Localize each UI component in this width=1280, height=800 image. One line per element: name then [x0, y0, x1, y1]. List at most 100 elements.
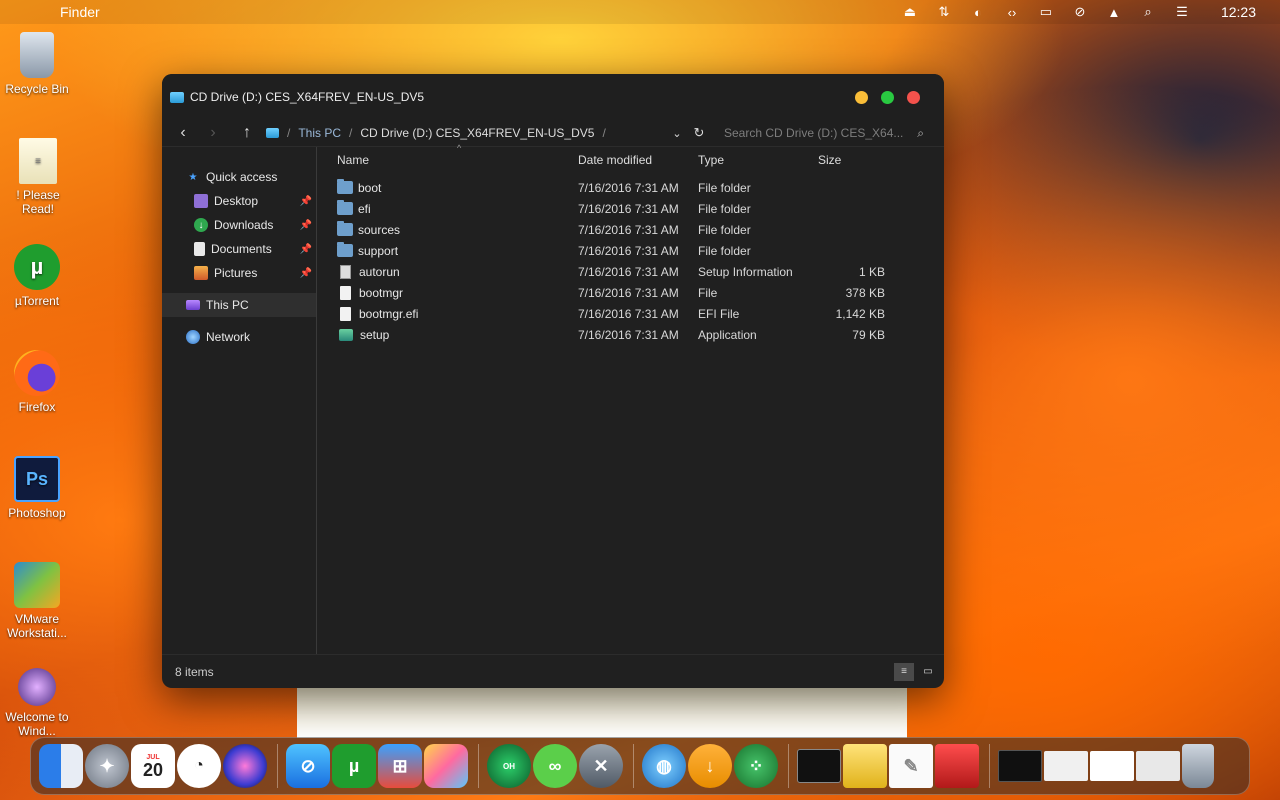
search-icon[interactable]: ⌕ — [1139, 4, 1157, 20]
file-row[interactable]: support 7/16/2016 7:31 AM File folder — [317, 240, 944, 261]
night-mode-icon[interactable]: ◐ — [969, 4, 987, 20]
file-list: ^ Name Date modified Type Size boot 7/16… — [317, 143, 944, 654]
textedit-icon[interactable]: ✎ — [889, 744, 933, 788]
column-date-modified[interactable]: Date modified — [578, 153, 698, 167]
sidebar-item-this-pc[interactable]: This PC — [162, 293, 316, 317]
desktop-icon-please-read[interactable]: ≡ ! Please Read! — [1, 138, 75, 216]
apple-icon[interactable] — [22, 4, 38, 20]
file-row[interactable]: bootmgr.efi 7/16/2016 7:31 AM EFI File 1… — [317, 303, 944, 324]
desktop-icon-recycle-bin[interactable]: Recycle Bin — [0, 32, 74, 96]
archive-icon[interactable] — [843, 744, 887, 788]
dock: ✦ JUL 20 ◔ ⊘ µ ⊞ OH ∞ ✕ ◍ ↓ ⁘ ✎ — [30, 737, 1250, 795]
history-dropdown-icon[interactable]: ⌄ — [666, 122, 688, 144]
search-icon[interactable]: ⌕ — [917, 126, 924, 141]
menubar-clock[interactable]: 12:23 — [1221, 4, 1256, 20]
sidebar-item-network[interactable]: Network — [162, 325, 316, 349]
link-icon[interactable]: ∞ — [533, 744, 577, 788]
display-icon[interactable]: ▭ — [1037, 4, 1055, 20]
mute-icon[interactable]: ⊘ — [1071, 4, 1089, 20]
app-name[interactable]: Finder — [60, 4, 100, 20]
desktop-icon-firefox[interactable]: Firefox — [0, 350, 74, 414]
sidebar-item-pictures[interactable]: Pictures 📌 — [162, 261, 316, 285]
window-thumb-4[interactable] — [1136, 751, 1180, 781]
file-row[interactable]: sources 7/16/2016 7:31 AM File folder — [317, 219, 944, 240]
file-type: File folder — [698, 243, 751, 258]
sidebar-item-quick-access[interactable]: ★ Quick access — [162, 165, 316, 189]
globe-icon[interactable]: ◍ — [642, 744, 686, 788]
window-title: CD Drive (D:) CES_X64FREV_EN-US_DV5 — [190, 90, 425, 104]
desktop-icon-vmware[interactable]: VMware Workstati... — [0, 562, 74, 640]
sidebar-item-downloads[interactable]: ↓ Downloads 📌 — [162, 213, 316, 237]
ohsoft-icon[interactable]: OH — [487, 744, 531, 788]
clock-icon[interactable]: ◔ — [177, 744, 221, 788]
download-icon[interactable]: ↓ — [688, 744, 732, 788]
file-row[interactable]: bootmgr 7/16/2016 7:31 AM File 378 KB — [317, 282, 944, 303]
folder-icon — [337, 179, 353, 194]
close-button[interactable] — [907, 90, 920, 104]
file-date: 7/16/2016 7:31 AM — [578, 306, 679, 321]
file-row[interactable]: efi 7/16/2016 7:31 AM File folder — [317, 198, 944, 219]
maximize-button[interactable] — [881, 90, 894, 104]
file-date: 7/16/2016 7:31 AM — [578, 222, 679, 237]
pin-icon[interactable]: 📌 — [300, 268, 312, 279]
this-pc-icon — [186, 300, 200, 310]
safari-icon[interactable]: ⊘ — [286, 744, 330, 788]
column-type[interactable]: Type — [698, 153, 818, 167]
file-row[interactable]: boot 7/16/2016 7:31 AM File folder — [317, 177, 944, 198]
utorrent-icon[interactable]: µ — [332, 744, 376, 788]
calendar-day: 20 — [142, 759, 164, 780]
up-button[interactable]: ↑ — [236, 122, 258, 144]
pin-icon[interactable]: 📌 — [300, 244, 312, 255]
file-name: sources — [358, 222, 401, 237]
eject-icon[interactable]: ⏏ — [901, 4, 919, 20]
details-view-icon[interactable]: ≡ — [894, 662, 914, 681]
column-size[interactable]: Size — [818, 153, 868, 167]
breadcrumb-cd-drive[interactable]: CD Drive (D:) CES_X64FREV_EN-US_DV5 — [360, 126, 594, 140]
search-input[interactable]: Search CD Drive (D:) CES_X64... — [724, 126, 917, 140]
desktop-folder-icon — [194, 194, 208, 208]
control-center-icon[interactable]: ☰ — [1173, 4, 1191, 20]
desktop-icon-welcome[interactable]: Welcome to Wind... — [0, 668, 74, 738]
eject-up-icon[interactable]: ▲ — [1105, 4, 1123, 20]
nav-right-controls: ⌄ ↻ Search CD Drive (D:) CES_X64... ⌕ — [666, 122, 944, 144]
notepad-icon: ≡ — [19, 138, 57, 184]
search-box[interactable]: Search CD Drive (D:) CES_X64... ⌕ — [724, 126, 924, 141]
back-button[interactable]: ‹ — [172, 122, 194, 144]
minimize-button[interactable] — [855, 90, 868, 104]
file-type: File folder — [698, 222, 751, 237]
calendar-icon[interactable]: JUL 20 — [131, 744, 175, 788]
terminal-icon[interactable] — [797, 749, 841, 783]
code-icon[interactable]: ‹› — [1003, 4, 1021, 20]
siri-icon[interactable] — [223, 744, 267, 788]
file-row[interactable]: autorun 7/16/2016 7:31 AM Setup Informat… — [317, 261, 944, 282]
sidebar-item-documents[interactable]: Documents 📌 — [162, 237, 316, 261]
photos-icon[interactable] — [424, 744, 468, 788]
refresh-icon[interactable]: ↻ — [688, 122, 710, 144]
pin-icon[interactable]: 📌 — [300, 196, 312, 207]
finder-icon[interactable] — [39, 744, 83, 788]
window-thumb-3[interactable] — [1090, 751, 1134, 781]
pin-icon[interactable]: 📌 — [300, 220, 312, 231]
forward-button[interactable]: › — [202, 122, 224, 144]
tools-icon[interactable]: ✕ — [579, 744, 623, 788]
documents-folder-icon — [194, 242, 205, 256]
file-name-cell: setup — [317, 328, 578, 342]
windows-icon[interactable]: ⊞ — [378, 744, 422, 788]
breadcrumb-this-pc[interactable]: This PC — [298, 126, 341, 140]
switch-icon[interactable]: ⇅ — [935, 4, 953, 20]
sidebar-item-desktop[interactable]: Desktop 📌 — [162, 189, 316, 213]
window-thumb-1[interactable] — [998, 750, 1042, 782]
large-icons-view-icon[interactable]: ▭ — [918, 663, 938, 681]
file-size: 1 KB — [858, 264, 885, 279]
item-count: 8 items — [175, 664, 214, 679]
trash-icon[interactable] — [1182, 744, 1214, 788]
file-row[interactable]: setup 7/16/2016 7:31 AM Application 79 K… — [317, 324, 944, 345]
launchpad-icon[interactable]: ✦ — [85, 744, 129, 788]
desktop-icon-utorrent[interactable]: µ µTorrent — [0, 244, 74, 308]
toolbox-icon[interactable] — [935, 744, 979, 788]
title-bar[interactable]: CD Drive (D:) CES_X64FREV_EN-US_DV5 — [162, 74, 944, 120]
desktop-icon-photoshop[interactable]: Ps Photoshop — [0, 456, 74, 520]
dots-icon[interactable]: ⁘ — [734, 744, 778, 788]
window-thumb-2[interactable] — [1044, 751, 1088, 781]
column-name[interactable]: Name — [317, 153, 578, 167]
